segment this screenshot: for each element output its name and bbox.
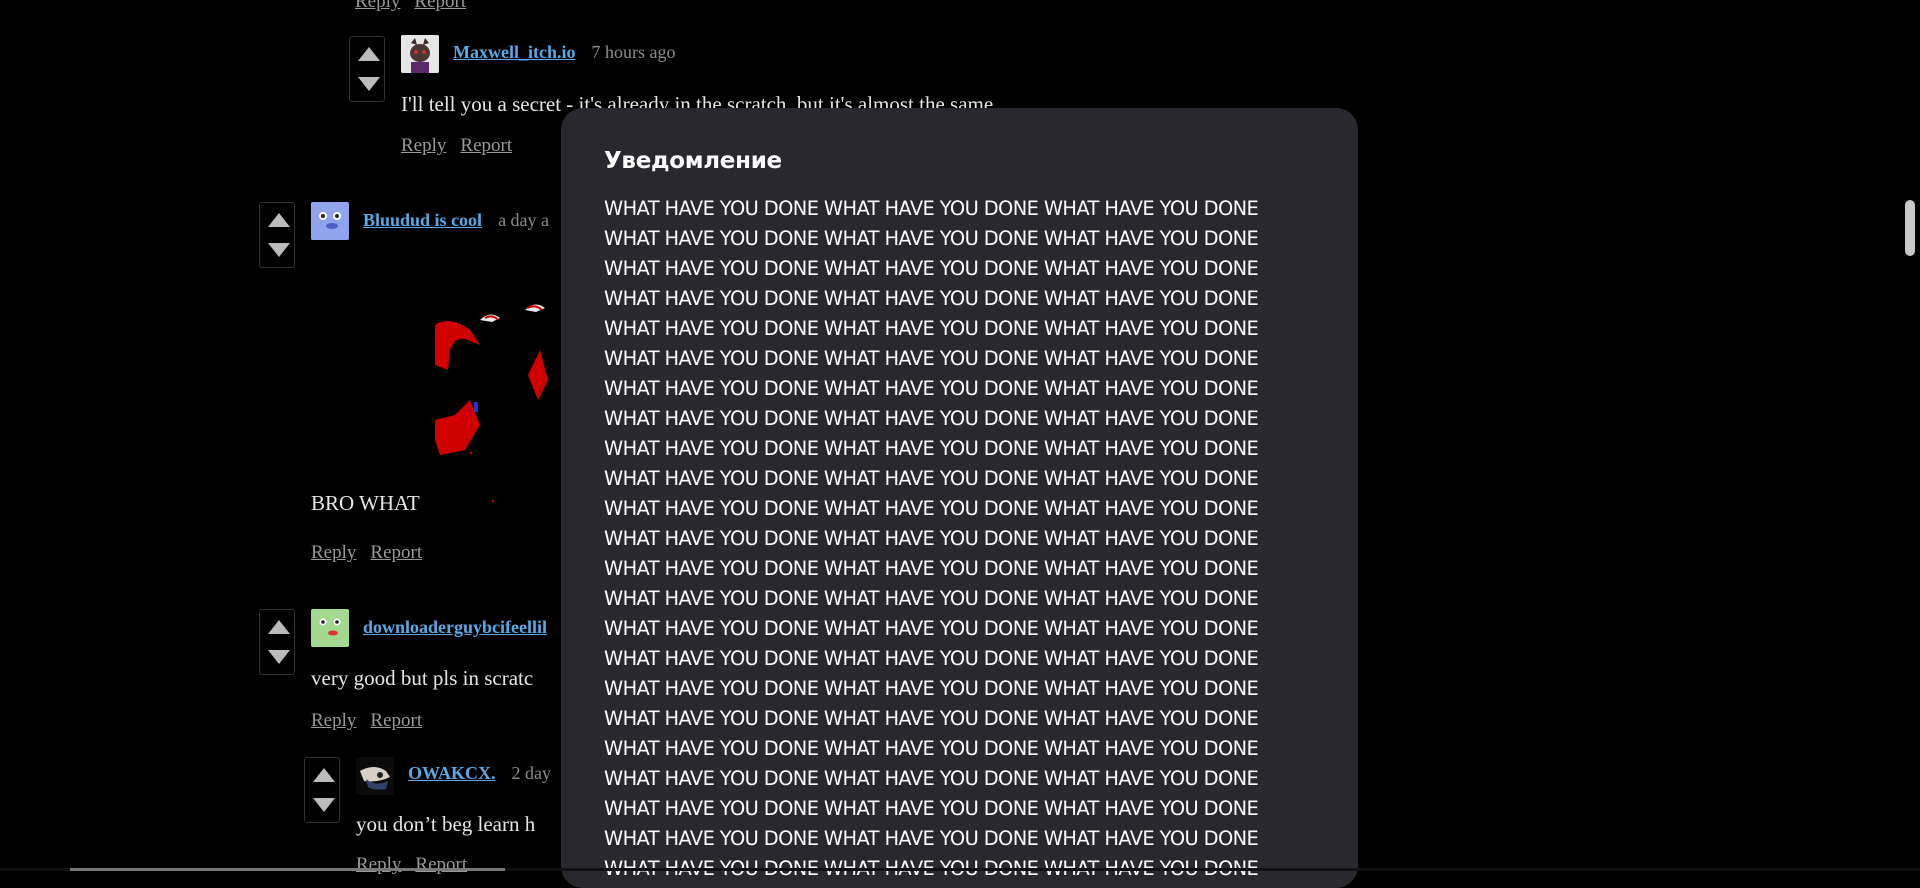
report-link[interactable]: Report <box>370 710 422 731</box>
upvote-icon[interactable] <box>358 47 380 61</box>
modal-message-line: WHAT HAVE YOU DONE WHAT HAVE YOU DONE WH… <box>604 707 1259 730</box>
reply-link[interactable]: Reply <box>356 854 401 875</box>
scrollbar-thumb[interactable] <box>1905 200 1915 256</box>
modal-message-line: WHAT HAVE YOU DONE WHAT HAVE YOU DONE WH… <box>604 647 1259 670</box>
comment-text: you don’t beg learn h <box>356 812 536 836</box>
comment-time: a day a <box>498 210 550 230</box>
report-link[interactable]: Report <box>460 135 512 156</box>
modal-message-line: WHAT HAVE YOU DONE WHAT HAVE YOU DONE WH… <box>604 437 1259 460</box>
upvote-icon[interactable] <box>268 620 290 634</box>
comment-time: 2 day <box>511 763 552 783</box>
modal-message-line: WHAT HAVE YOU DONE WHAT HAVE YOU DONE WH… <box>604 587 1259 610</box>
modal-message-line: WHAT HAVE YOU DONE WHAT HAVE YOU DONE WH… <box>604 497 1259 520</box>
avatar[interactable] <box>356 757 394 795</box>
modal-message-line: WHAT HAVE YOU DONE WHAT HAVE YOU DONE WH… <box>604 617 1259 640</box>
modal-message-line: WHAT HAVE YOU DONE WHAT HAVE YOU DONE WH… <box>604 317 1259 340</box>
avatar[interactable] <box>311 202 349 240</box>
modal-message-line: WHAT HAVE YOU DONE WHAT HAVE YOU DONE WH… <box>604 257 1259 280</box>
modal-message-line: WHAT HAVE YOU DONE WHAT HAVE YOU DONE WH… <box>604 827 1259 850</box>
reply-link[interactable]: Reply <box>311 542 356 563</box>
reply-link[interactable]: Reply <box>401 135 446 156</box>
modal-message-line: WHAT HAVE YOU DONE WHAT HAVE YOU DONE WH… <box>604 737 1259 760</box>
reply-link[interactable]: Reply <box>355 0 400 12</box>
upvote-icon[interactable] <box>313 768 335 782</box>
comment-time: 7 hours ago <box>591 42 676 62</box>
reply-link[interactable]: Reply <box>311 710 356 731</box>
report-link[interactable]: Report <box>414 0 466 12</box>
modal-message-line: WHAT HAVE YOU DONE WHAT HAVE YOU DONE WH… <box>604 557 1259 580</box>
comment-username[interactable]: downloaderguybcifeellil <box>363 617 547 637</box>
modal-message-line: WHAT HAVE YOU DONE WHAT HAVE YOU DONE WH… <box>604 467 1259 490</box>
top-comment-actions: Reply Report <box>355 0 466 13</box>
modal-message: WHAT HAVE YOU DONE WHAT HAVE YOU DONE WH… <box>604 194 1316 884</box>
notification-modal: Уведомление WHAT HAVE YOU DONE WHAT HAVE… <box>561 108 1358 888</box>
modal-message-line: WHAT HAVE YOU DONE WHAT HAVE YOU DONE WH… <box>604 347 1259 370</box>
modal-message-line: WHAT HAVE YOU DONE WHAT HAVE YOU DONE WH… <box>604 797 1259 820</box>
modal-message-line: WHAT HAVE YOU DONE WHAT HAVE YOU DONE WH… <box>604 227 1259 250</box>
report-link[interactable]: Report <box>415 854 467 875</box>
comment-username[interactable]: Maxwell_itch.io <box>453 42 575 62</box>
modal-message-line: WHAT HAVE YOU DONE WHAT HAVE YOU DONE WH… <box>604 197 1259 220</box>
avatar[interactable] <box>311 609 349 647</box>
vote-box <box>304 757 340 823</box>
modal-message-line: WHAT HAVE YOU DONE WHAT HAVE YOU DONE WH… <box>604 527 1259 550</box>
comment-username[interactable]: Bluudud is cool <box>363 210 482 230</box>
upvote-icon[interactable] <box>268 213 290 227</box>
report-link[interactable]: Report <box>370 542 422 563</box>
photo-avatar-icon <box>356 757 394 795</box>
downvote-icon[interactable] <box>268 650 290 664</box>
modal-message-line: WHAT HAVE YOU DONE WHAT HAVE YOU DONE WH… <box>604 407 1259 430</box>
modal-message-line: WHAT HAVE YOU DONE WHAT HAVE YOU DONE WH… <box>604 767 1259 790</box>
frog-avatar-icon <box>311 609 349 647</box>
modal-message-line: WHAT HAVE YOU DONE WHAT HAVE YOU DONE WH… <box>604 377 1259 400</box>
cat-avatar-icon <box>401 35 439 73</box>
comment-text: very good but pls in scratc <box>311 666 534 690</box>
modal-message-line: WHAT HAVE YOU DONE WHAT HAVE YOU DONE WH… <box>604 677 1259 700</box>
vote-box <box>259 202 295 268</box>
vote-box <box>259 609 295 675</box>
avatar[interactable] <box>401 35 439 73</box>
modal-title: Уведомление <box>604 148 782 174</box>
downvote-icon[interactable] <box>268 243 290 257</box>
comment-text: BRO WHAT <box>311 491 420 515</box>
blob-avatar-icon <box>311 202 349 240</box>
modal-message-line: WHAT HAVE YOU DONE WHAT HAVE YOU DONE WH… <box>604 287 1259 310</box>
vertical-scrollbar[interactable] <box>1900 0 1920 871</box>
comment-image <box>435 304 548 502</box>
downvote-icon[interactable] <box>358 77 380 91</box>
downvote-icon[interactable] <box>313 798 335 812</box>
comment-username[interactable]: OWAKCX. <box>408 763 496 783</box>
vote-box <box>349 36 385 102</box>
